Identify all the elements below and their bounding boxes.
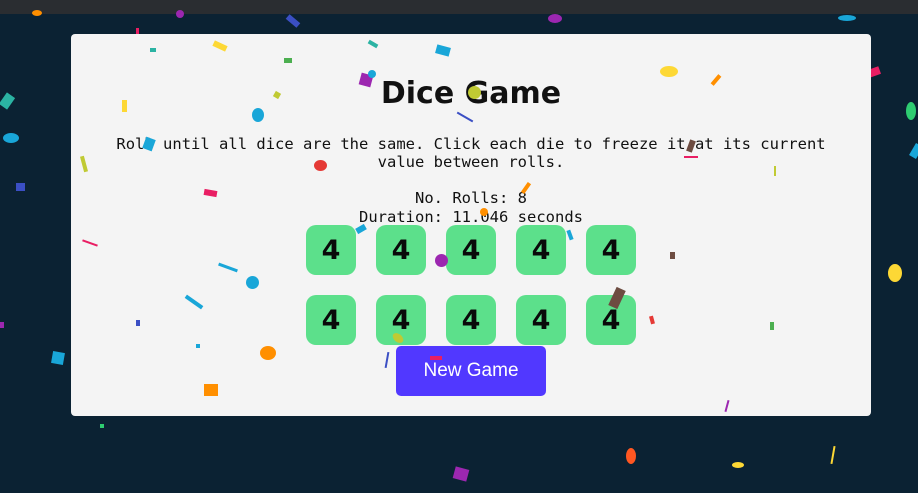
die[interactable]: 4 bbox=[516, 295, 566, 345]
dice-grid: 4 4 4 4 4 4 4 4 4 4 bbox=[306, 225, 636, 345]
instructions-text: Roll until all dice are the same. Click … bbox=[116, 135, 826, 171]
browser-top-bar bbox=[0, 0, 918, 14]
confetti-piece bbox=[285, 14, 301, 28]
die[interactable]: 4 bbox=[306, 225, 356, 275]
new-game-button[interactable]: New Game bbox=[396, 346, 546, 396]
confetti-piece bbox=[51, 351, 65, 365]
die[interactable]: 4 bbox=[306, 295, 356, 345]
confetti-piece bbox=[830, 445, 836, 465]
rolls-count: No. Rolls: 8 bbox=[415, 189, 527, 207]
die[interactable]: 4 bbox=[516, 225, 566, 275]
die[interactable]: 4 bbox=[446, 295, 496, 345]
game-card: Dice Game Roll until all dice are the sa… bbox=[71, 34, 871, 416]
stats-panel: No. Rolls: 8 Duration: 11.046 seconds bbox=[71, 189, 871, 227]
confetti-piece bbox=[16, 183, 25, 191]
die[interactable]: 4 bbox=[376, 295, 426, 345]
confetti-piece bbox=[626, 448, 636, 464]
confetti-piece bbox=[0, 322, 4, 328]
confetti-piece bbox=[838, 15, 856, 21]
confetti-piece bbox=[888, 264, 902, 282]
die[interactable]: 4 bbox=[376, 225, 426, 275]
confetti-piece bbox=[0, 92, 16, 110]
die[interactable]: 4 bbox=[586, 295, 636, 345]
confetti-piece bbox=[909, 142, 918, 160]
confetti-piece bbox=[732, 462, 744, 468]
confetti-piece bbox=[100, 424, 104, 428]
confetti-piece bbox=[452, 466, 470, 482]
confetti-piece bbox=[3, 133, 19, 143]
die[interactable]: 4 bbox=[586, 225, 636, 275]
page-title: Dice Game bbox=[380, 76, 562, 111]
die[interactable]: 4 bbox=[446, 225, 496, 275]
confetti-piece bbox=[906, 102, 916, 120]
confetti-piece bbox=[548, 14, 562, 23]
